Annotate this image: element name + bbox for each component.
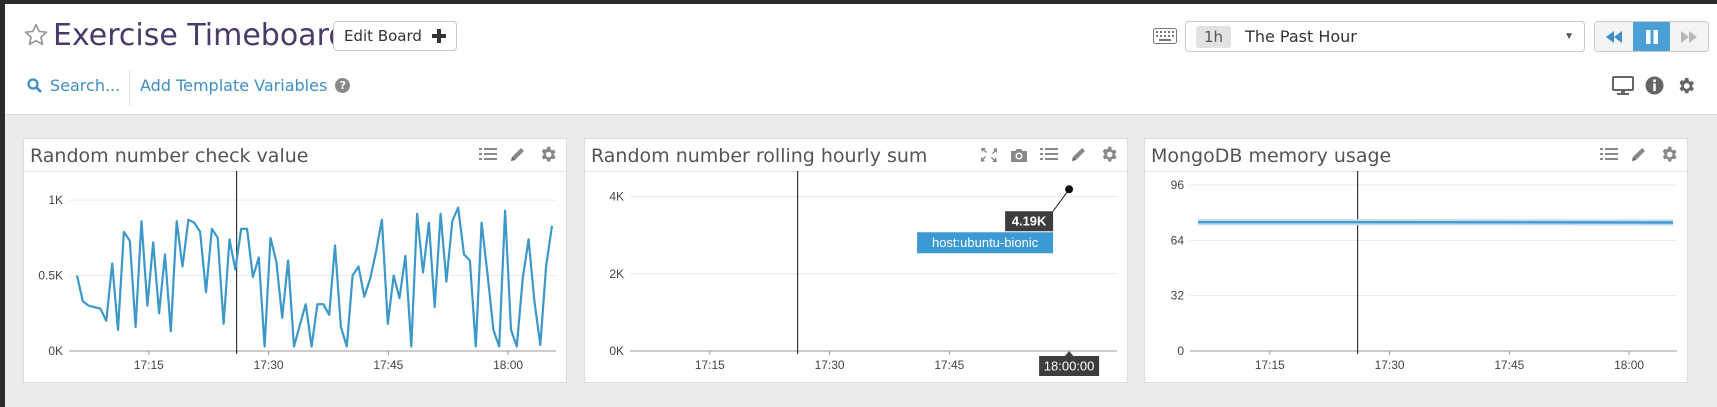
timeframe-label: The Past Hour [1245,27,1357,46]
widget-tools [478,146,558,164]
pause-icon [1645,29,1658,44]
expand-icon[interactable] [979,146,999,164]
y-tick-label: 0K [48,344,63,358]
gear-icon[interactable] [1099,146,1119,164]
page-title: Exercise Timeboard [53,18,348,53]
search-label: Search... [50,76,121,95]
line-chart[interactable]: 0K 0.5K 1K 17:15 17:30 17:45 18:00 [24,171,566,382]
camera-icon[interactable] [1009,146,1029,164]
gear-icon[interactable] [538,146,558,164]
widget-title: Random number rolling hourly sum [591,145,928,167]
pause-button[interactable] [1632,22,1671,51]
edit-board-button[interactable]: Edit Board [333,21,457,51]
value-label: 4.19K [1012,214,1047,229]
info-icon[interactable] [1645,76,1664,95]
forward-icon [1681,30,1698,43]
x-tick-label: 17:45 [934,358,964,372]
x-tick-label: 17:15 [134,358,164,372]
widget-panel: Random number rolling hourly sum 0K 2K 4K 1… [584,138,1128,383]
search-icon [27,78,42,93]
divider [129,70,130,106]
rewind-icon [1605,30,1622,43]
y-tick-label: 0 [1177,344,1184,358]
x-tick-label: 18:00 [493,358,523,372]
x-tick-label: 17:30 [815,358,845,372]
list-icon[interactable] [478,146,498,164]
x-tick-label: 17:45 [373,358,403,372]
widget-panel: MongoDB memory usage 0 32 64 96 17:15 17:30 17… [1144,138,1688,383]
line-chart[interactable]: 0 32 64 96 17:15 17:30 17:45 18:00 [1145,171,1687,382]
widget-tools [1599,146,1679,164]
add-template-variables-link[interactable]: Add Template Variables ? [140,76,351,95]
x-tick-label: 18:00 [1614,358,1644,372]
scatter-chart[interactable]: 0K2K4K17:1517:3017:4518:004.19Khost:ubun… [585,171,1127,382]
gear-icon[interactable] [1676,76,1696,96]
widget-header: Random number rolling hourly sum [585,139,1127,172]
widget-title: Random number check value [30,145,309,167]
dashboard-header: Exercise Timeboard Edit Board 1h The Pas… [5,4,1717,115]
gear-icon[interactable] [1659,146,1679,164]
keyboard-icon[interactable] [1153,28,1177,44]
search-link[interactable]: Search... [27,76,120,95]
x-tick-label: 17:30 [254,358,284,372]
caret-down-icon: ▼ [1564,31,1574,42]
x-flag-label: 18:00:00 [1044,359,1095,374]
widget-panel: Random number check value 0K 0.5K 1K 17:15 1… [23,138,567,383]
pencil-icon[interactable] [1069,146,1089,164]
pencil-icon[interactable] [508,146,528,164]
leader-line [1052,188,1070,212]
help-icon[interactable]: ? [335,78,351,93]
y-tick-label: 96 [1171,178,1185,192]
x-tick-label: 17:15 [1255,358,1285,372]
x-tick-label: 17:30 [1375,358,1405,372]
forward-button[interactable] [1670,22,1708,51]
template-label: Add Template Variables [140,76,328,95]
y-tick-label: 4K [609,190,624,204]
playback-controls [1594,21,1709,52]
pencil-icon[interactable] [1629,146,1649,164]
y-tick-label: 0.5K [38,269,63,283]
list-icon[interactable] [1599,146,1619,164]
y-tick-label: 32 [1171,289,1185,303]
y-tick-label: 2K [609,267,624,281]
series-line[interactable] [75,206,554,348]
widget-header: MongoDB memory usage [1145,139,1687,172]
star-icon[interactable] [23,22,49,48]
widget-title: MongoDB memory usage [1151,145,1392,167]
x-tick-label: 17:45 [1494,358,1524,372]
plus-icon [431,29,446,43]
data-point[interactable] [1065,185,1074,194]
y-tick-label: 0K [609,344,624,358]
y-tick-label: 1K [48,193,63,207]
timeframe-select[interactable]: 1h The Past Hour ▼ [1185,21,1585,52]
x-tick-label: 17:15 [695,358,725,372]
monitor-icon[interactable] [1612,76,1634,96]
y-tick-label: 64 [1171,233,1185,247]
widget-tools [979,146,1119,164]
timeframe-badge: 1h [1196,25,1232,48]
tag-label: host:ubuntu-bionic [932,235,1039,250]
widget-header: Random number check value [24,139,566,172]
rewind-button[interactable] [1595,22,1633,51]
list-icon[interactable] [1039,146,1059,164]
edit-board-label: Edit Board [344,27,422,45]
